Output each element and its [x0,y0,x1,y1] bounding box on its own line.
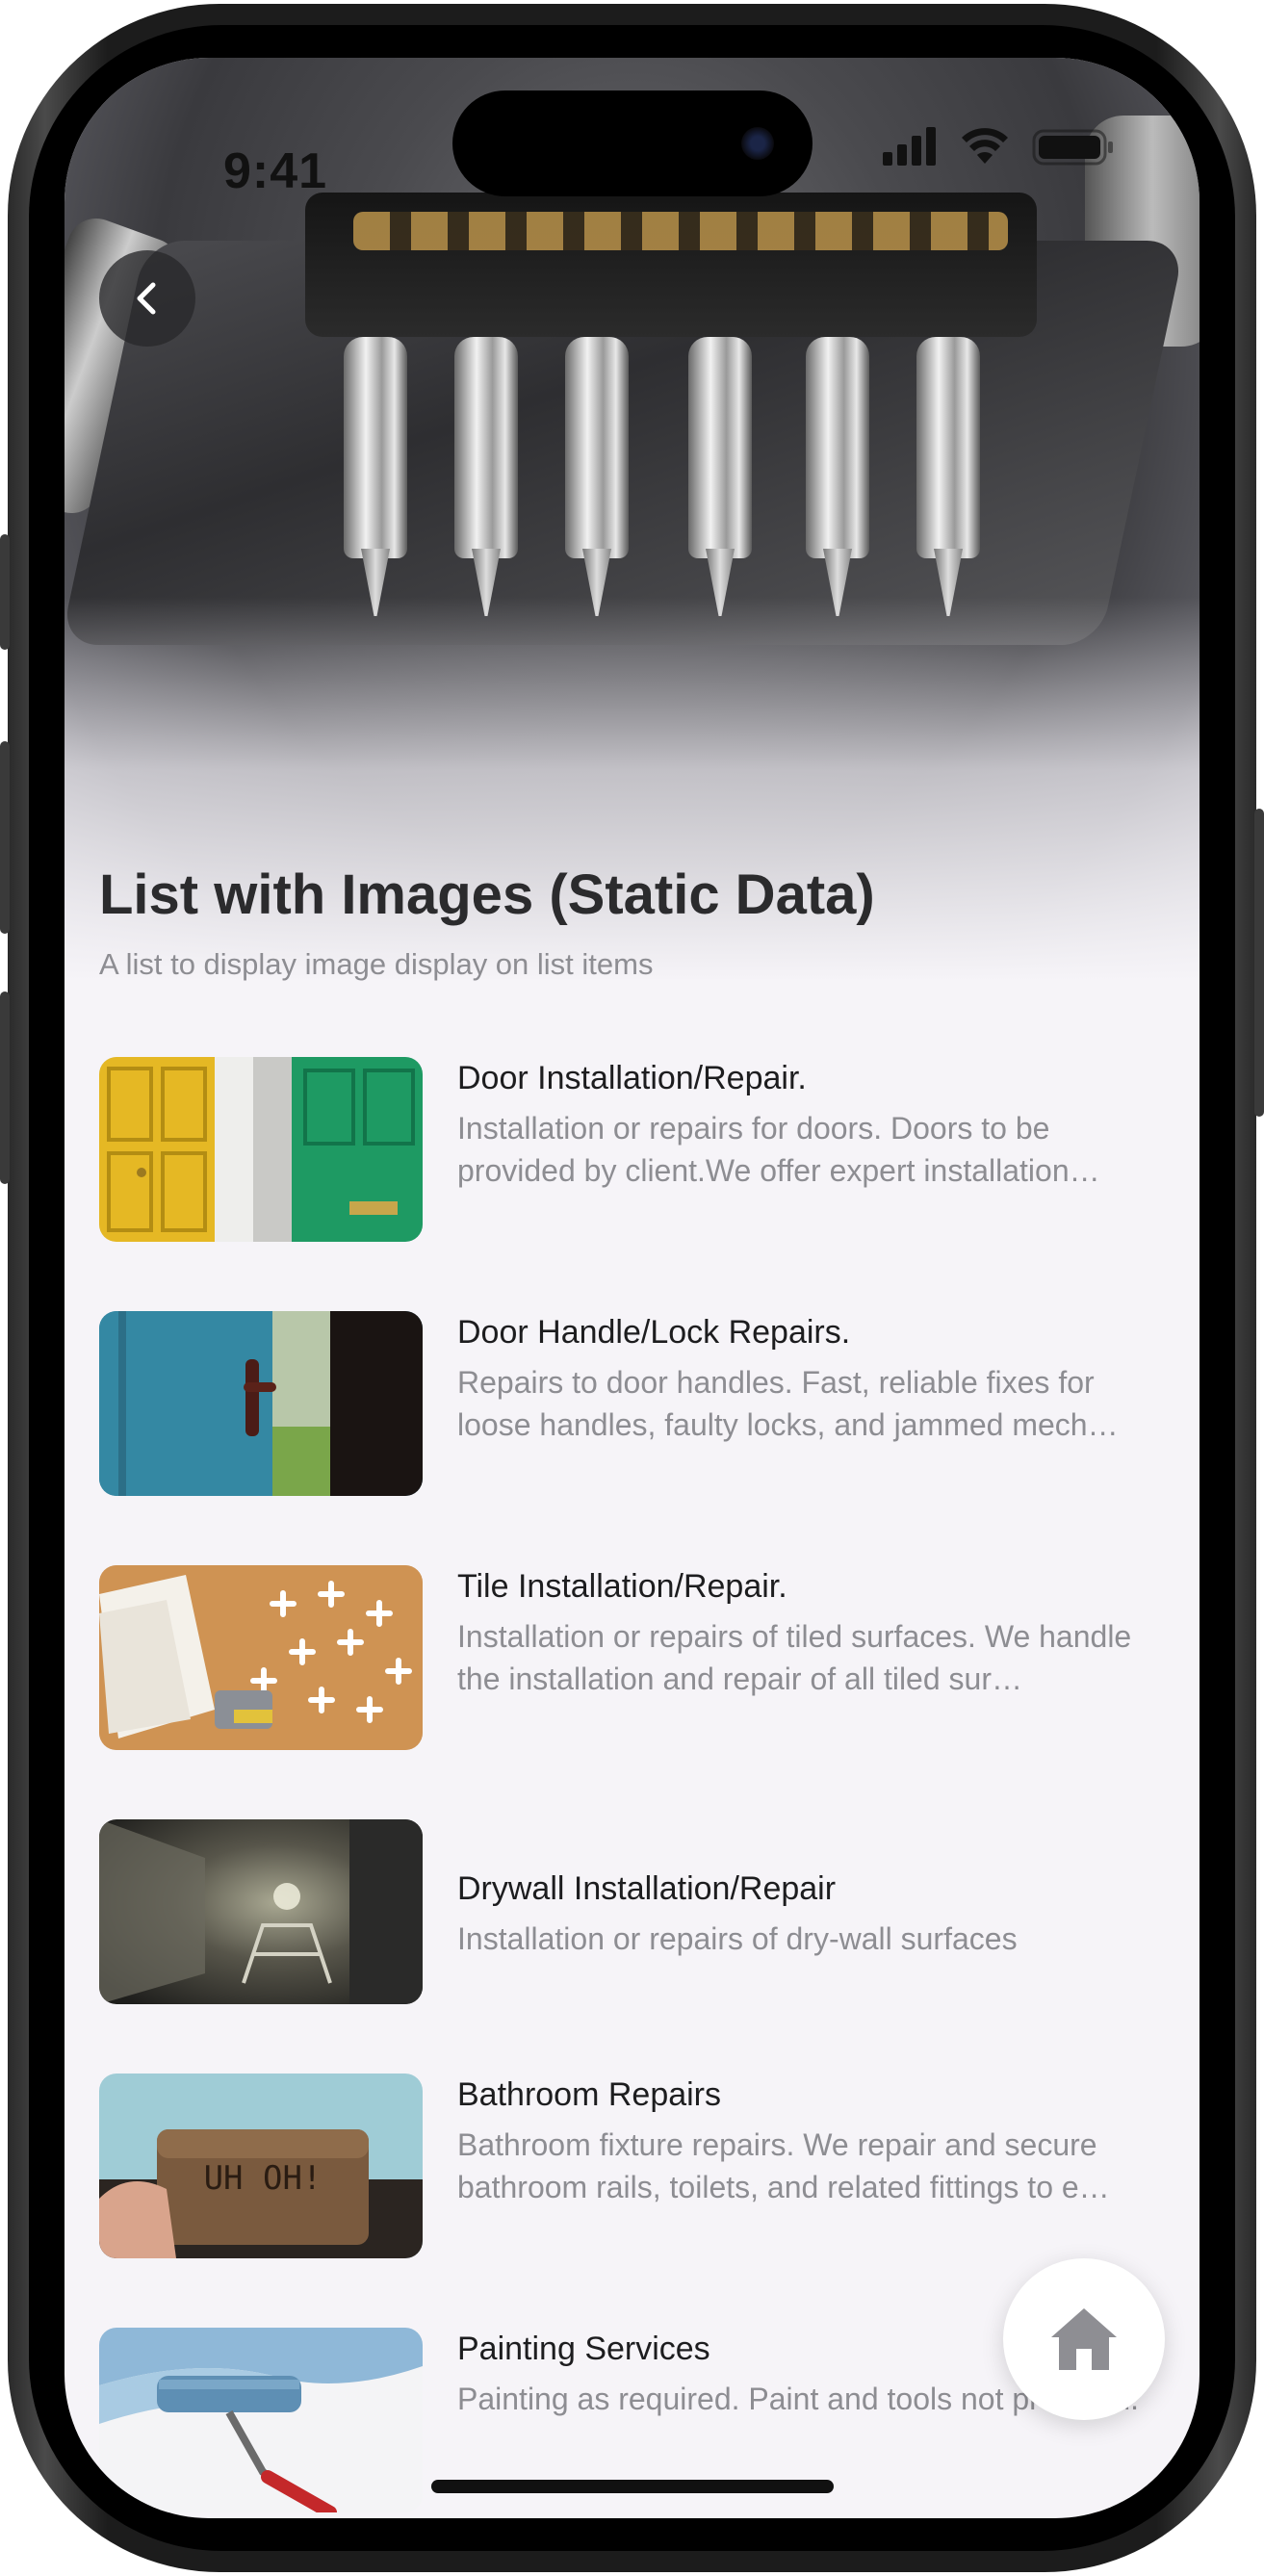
action-button [0,534,10,650]
list-item-description: Installation or repairs of tiled surface… [457,1619,1132,1696]
list-item-title: Door Installation/Repair. [457,1060,807,1096]
list-item[interactable]: Door Handle/Lock Repairs. Repairs to doo… [99,1311,1168,1496]
list-item[interactable]: Door Installation/Repair. Installation o… [99,1057,1168,1242]
list-item-text: Drywall Installation/Repair Installation… [457,1868,1170,1960]
page-title: List with Images (Static Data) [99,863,875,926]
list-item-title: Tile Installation/Repair. [457,1568,787,1605]
status-time: 9:41 [223,143,328,199]
painting-image [99,2328,423,2512]
signal-icon [883,127,936,166]
list-item-description: Installation or repairs of dry-wall surf… [457,1921,1018,1956]
chevron-left-icon [137,282,156,315]
door-image [99,1057,423,1242]
image-caption: UH OH! [204,2159,322,2198]
volume-up-button [0,741,10,934]
hero-bit [916,337,980,558]
front-camera [741,127,774,160]
list-item[interactable]: UH OH! Bathroom Repairs Bathroom fixture… [99,2074,1168,2258]
hero-bit [688,337,752,558]
status-icons [883,127,1113,166]
list-item-description: Bathroom fixture repairs. We repair and … [457,2127,1110,2204]
hero-bit-holders [353,212,1008,250]
dynamic-island [452,90,813,196]
hero-bit [344,337,407,558]
page-subtitle: A list to display image display on list … [99,947,654,981]
app-screen: 9:41 List with Images (Static Data) A li… [64,58,1200,2518]
hero-bit [454,337,518,558]
list-item-text: Tile Installation/Repair. Installation o… [457,1565,1170,1700]
list-item-text: Door Handle/Lock Repairs. Repairs to doo… [457,1311,1170,1446]
list-item-text: Door Installation/Repair. Installation o… [457,1057,1170,1192]
list-item[interactable]: Drywall Installation/Repair Installation… [99,1819,1168,2004]
list-item-title: Bathroom Repairs [457,2076,722,2113]
door-handle-image [99,1311,423,1496]
tile-image [99,1565,423,1750]
bathroom-image: UH OH! [99,2074,423,2258]
drywall-image [99,1819,423,2004]
list-item-description: Repairs to door handles. Fast, reliable … [457,1365,1119,1442]
hero-bit [565,337,629,558]
home-icon [1051,2308,1117,2370]
home-indicator [431,2480,834,2493]
home-button[interactable] [1003,2258,1165,2420]
list-item-title: Drywall Installation/Repair [457,1870,837,1907]
list-item-text: Bathroom Repairs Bathroom fixture repair… [457,2074,1170,2208]
wifi-icon [962,128,1008,164]
list-item-description: Installation or repairs for doors. Doors… [457,1111,1100,1188]
battery-icon [1032,129,1113,166]
list-item[interactable]: Tile Installation/Repair. Installation o… [99,1565,1168,1750]
power-button [1254,809,1264,1117]
back-button[interactable] [99,250,195,347]
list-item-title: Door Handle/Lock Repairs. [457,1314,851,1351]
volume-down-button [0,992,10,1184]
hero-bit [806,337,869,558]
